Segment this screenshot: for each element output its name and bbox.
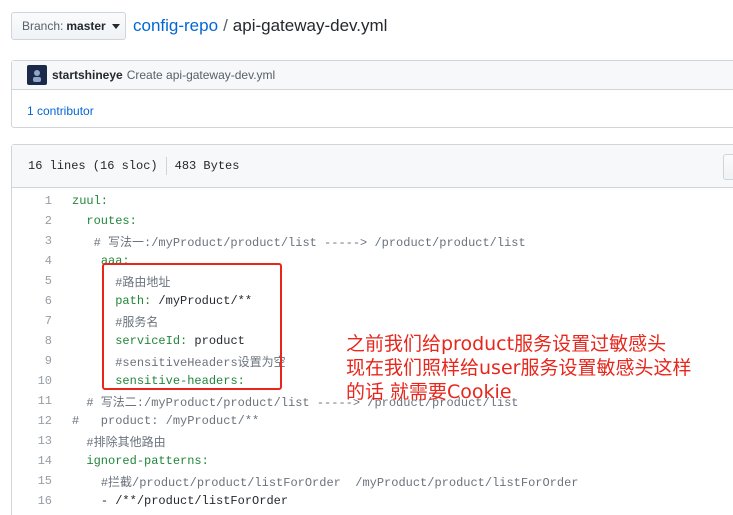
file-box: 16 lines (16 sloc) 483 Bytes 1 zuul: 2 rou…	[11, 144, 733, 515]
yaml-comment: # 写法一:/myProduct/product/list -----> /pr…	[93, 235, 526, 250]
code-line: 12 # product: /myProduct/**	[12, 411, 733, 431]
code-line: 14 ignored-patterns:	[12, 451, 733, 471]
line-number[interactable]: 5	[12, 274, 52, 288]
code-line: 2 routes:	[12, 211, 733, 231]
yaml-comment: #排除其他路由	[86, 435, 166, 450]
file-header: 16 lines (16 sloc) 483 Bytes	[12, 145, 733, 188]
code-line: 16 - /**/product/listForOrder	[12, 491, 733, 511]
line-content: # 写法一:/myProduct/product/list -----> /pr…	[52, 233, 526, 250]
line-content: ignored-patterns:	[52, 454, 209, 468]
commit-message[interactable]: Create api-gateway-dev.yml	[127, 68, 276, 82]
branch-select-button[interactable]: Branch: master	[11, 12, 126, 40]
line-number[interactable]: 12	[12, 414, 52, 428]
code-line: 7 #服务名	[12, 311, 733, 331]
raw-button[interactable]	[723, 154, 733, 180]
line-content: - /**/product/listForOrder	[52, 494, 288, 508]
file-name: api-gateway-dev.yml	[232, 16, 388, 35]
yaml-comment: #路由地址	[115, 275, 171, 290]
annotation-line-1: 之前我们给product服务设置过敏感头	[346, 333, 667, 355]
line-number[interactable]: 3	[12, 234, 52, 248]
annotation-line-2: 现在我们照样给user服务设置敏感头这样	[346, 357, 692, 379]
avatar[interactable]	[27, 65, 47, 85]
line-content: sensitive-headers:	[52, 374, 245, 388]
line-content: #sensitiveHeaders设置为空	[52, 353, 286, 370]
line-number[interactable]: 8	[12, 334, 52, 348]
yaml-comment: #拦截/product/product/listForOrder /myProd…	[100, 475, 579, 490]
line-number[interactable]: 15	[12, 474, 52, 488]
code-line: 5 #路由地址	[12, 271, 733, 291]
file-lines-info: 16 lines (16 sloc)	[28, 159, 158, 173]
yaml-comment: #服务名	[115, 315, 159, 330]
line-number[interactable]: 4	[12, 254, 52, 268]
code-line: 3 # 写法一:/myProduct/product/list -----> /…	[12, 231, 733, 251]
line-content: #服务名	[52, 313, 158, 330]
line-number[interactable]: 2	[12, 214, 52, 228]
line-content: path: /myProduct/**	[52, 294, 252, 308]
repo-link[interactable]: config-repo	[133, 16, 218, 35]
line-content: serviceId: product	[52, 334, 245, 348]
file-size-info: 483 Bytes	[174, 159, 240, 173]
line-number[interactable]: 11	[12, 394, 52, 408]
yaml-key: sensitive-headers:	[115, 374, 245, 388]
yaml-key: path:	[115, 294, 152, 308]
code-line: 13 #排除其他路由	[12, 431, 733, 451]
line-number[interactable]: 9	[12, 354, 52, 368]
line-content: zuul:	[52, 194, 108, 208]
line-number[interactable]: 1	[12, 194, 52, 208]
yaml-value: product	[187, 334, 245, 348]
line-number[interactable]: 16	[12, 494, 52, 508]
yaml-key: ignored-patterns:	[86, 454, 209, 468]
line-content: #拦截/product/product/listForOrder /myProd…	[52, 473, 579, 490]
annotation-note: 之前我们给product服务设置过敏感头 现在我们照样给user服务设置敏感头这…	[346, 332, 733, 404]
yaml-key: routes:	[86, 214, 137, 228]
line-number[interactable]: 10	[12, 374, 52, 388]
line-content: aaa:	[52, 254, 130, 268]
line-number[interactable]: 6	[12, 294, 52, 308]
code-line: 4 aaa:	[12, 251, 733, 271]
breadcrumb-separator: /	[223, 16, 228, 35]
line-content: routes:	[52, 214, 137, 228]
code-line: 15 #拦截/product/product/listForOrder /myP…	[12, 471, 733, 491]
yaml-key: aaa:	[100, 254, 130, 268]
branch-value: master	[66, 19, 106, 33]
contributors-link[interactable]: 1 contributor	[12, 90, 733, 118]
line-number[interactable]: 7	[12, 314, 52, 328]
code-line: 6 path: /myProduct/**	[12, 291, 733, 311]
commit-box: startshineye Create api-gateway-dev.yml …	[11, 60, 733, 128]
commit-header: startshineye Create api-gateway-dev.yml	[12, 61, 733, 90]
code-line: 1 zuul:	[12, 191, 733, 211]
yaml-key: serviceId:	[115, 334, 188, 348]
annotation-line-3: 的话 就需要Cookie	[346, 381, 512, 403]
yaml-value: /myProduct/**	[151, 294, 253, 308]
line-number[interactable]: 14	[12, 454, 52, 468]
yaml-comment: # product: /myProduct/**	[72, 414, 260, 428]
breadcrumb: config-repo / api-gateway-dev.yml	[133, 14, 387, 38]
yaml-value: - /**/product/listForOrder	[100, 494, 289, 508]
caret-down-icon	[111, 23, 120, 29]
yaml-key: zuul:	[72, 194, 109, 208]
branch-label: Branch:	[22, 19, 64, 33]
divider	[165, 157, 167, 175]
line-content: #排除其他路由	[52, 433, 166, 450]
line-number[interactable]: 13	[12, 434, 52, 448]
line-content: # product: /myProduct/**	[52, 414, 259, 428]
commit-author[interactable]: startshineye	[52, 68, 123, 82]
line-content: #路由地址	[52, 273, 170, 290]
yaml-comment: #sensitiveHeaders设置为空	[115, 355, 286, 370]
avatar-icon	[33, 70, 41, 82]
